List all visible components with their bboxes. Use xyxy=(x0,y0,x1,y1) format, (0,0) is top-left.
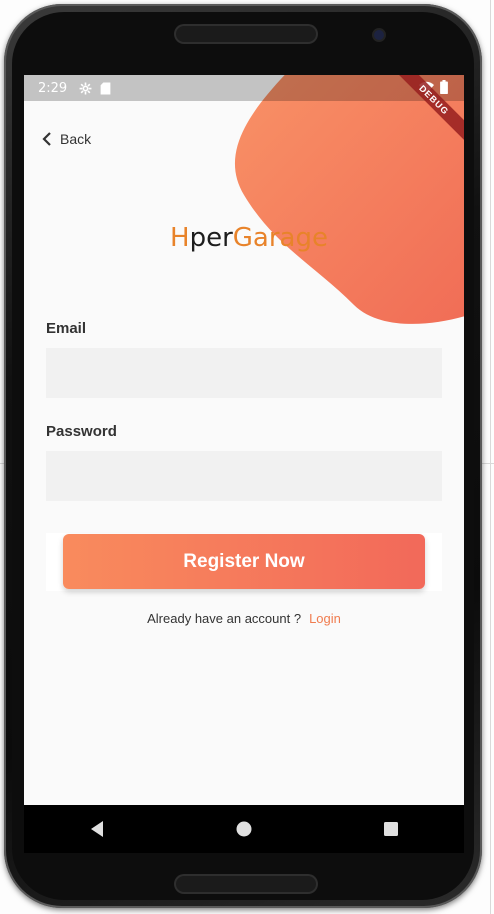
back-triangle-icon xyxy=(91,821,104,837)
nav-back-button[interactable] xyxy=(77,809,117,849)
sd-card-icon xyxy=(100,82,111,94)
decorative-blob xyxy=(234,75,464,324)
back-button[interactable]: Back xyxy=(42,131,91,147)
password-field[interactable] xyxy=(46,451,442,501)
back-label: Back xyxy=(60,131,92,147)
android-nav-bar xyxy=(24,805,464,853)
email-field[interactable] xyxy=(46,348,442,398)
already-account-text: Already have an account ? xyxy=(147,611,302,626)
logo-part-garage: Garage xyxy=(232,223,328,253)
front-camera xyxy=(374,30,384,40)
chevron-left-icon xyxy=(42,132,51,146)
settings-icon xyxy=(79,82,92,94)
register-now-button[interactable]: Register Now xyxy=(63,534,425,589)
nav-recents-button[interactable] xyxy=(371,809,411,849)
login-link[interactable]: Login xyxy=(309,611,341,626)
top-speaker xyxy=(176,26,316,42)
home-circle-icon xyxy=(236,821,252,837)
app-screen: 2:29 DEBUG Back HperGarage Email Passwor… xyxy=(24,75,464,805)
logo-part-per: per xyxy=(189,223,233,253)
login-prompt: Already have an account ? Login xyxy=(24,611,464,626)
backdrop-gridline xyxy=(490,0,491,914)
battery-icon xyxy=(440,80,448,94)
nav-home-button[interactable] xyxy=(224,809,264,849)
register-button-container: Register Now xyxy=(46,533,442,591)
app-logo: HperGarage xyxy=(170,223,328,253)
status-bar: 2:29 xyxy=(24,75,464,101)
logo-part-h: H xyxy=(170,223,190,253)
email-label: Email xyxy=(46,320,87,337)
bottom-speaker xyxy=(176,876,316,892)
status-time: 2:29 xyxy=(38,80,68,96)
recents-square-icon xyxy=(383,822,398,836)
password-label: Password xyxy=(46,423,117,440)
